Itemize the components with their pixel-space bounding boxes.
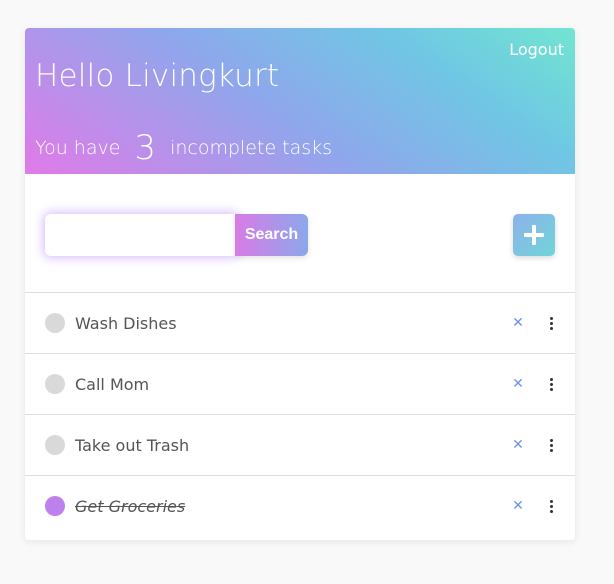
kebab-menu-icon[interactable]	[543, 312, 559, 334]
search-button[interactable]: Search	[235, 214, 308, 256]
greeting-title: Hello Livingkurt	[35, 58, 280, 94]
task-checkbox[interactable]	[45, 313, 65, 333]
task-row[interactable]: Take out Trash ✕	[25, 415, 575, 476]
task-row[interactable]: Wash Dishes ✕	[25, 293, 575, 354]
incomplete-count: 3	[134, 128, 157, 168]
plus-icon	[524, 225, 544, 245]
task-label: Take out Trash	[75, 436, 190, 455]
delete-x-icon[interactable]: ✕	[509, 373, 527, 395]
kebab-menu-icon[interactable]	[543, 495, 559, 517]
delete-x-icon[interactable]: ✕	[509, 434, 527, 456]
header-banner: Logout Hello Livingkurt You have 3 incom…	[25, 28, 575, 174]
summary-suffix: incomplete tasks	[170, 137, 333, 159]
task-label: Call Mom	[75, 375, 150, 394]
task-label: Wash Dishes	[75, 314, 177, 333]
add-task-button[interactable]	[513, 214, 555, 256]
task-row[interactable]: Call Mom ✕	[25, 354, 575, 415]
delete-x-icon[interactable]: ✕	[509, 495, 527, 517]
search-input[interactable]	[45, 214, 235, 256]
kebab-menu-icon[interactable]	[543, 373, 559, 395]
logout-link[interactable]: Logout	[509, 40, 564, 59]
task-label: Get Groceries	[75, 497, 186, 516]
task-checkbox[interactable]	[45, 374, 65, 394]
summary-prefix: You have	[35, 137, 121, 159]
kebab-menu-icon[interactable]	[543, 434, 559, 456]
tasks-summary: You have 3 incomplete tasks	[35, 128, 332, 168]
task-checkbox[interactable]	[45, 496, 65, 516]
todo-card: Logout Hello Livingkurt You have 3 incom…	[25, 28, 575, 540]
delete-x-icon[interactable]: ✕	[509, 312, 527, 334]
task-row[interactable]: Get Groceries ✕	[25, 476, 575, 537]
task-list: Wash Dishes ✕ Call Mom ✕ Take out Trash …	[25, 292, 575, 537]
task-checkbox[interactable]	[45, 435, 65, 455]
